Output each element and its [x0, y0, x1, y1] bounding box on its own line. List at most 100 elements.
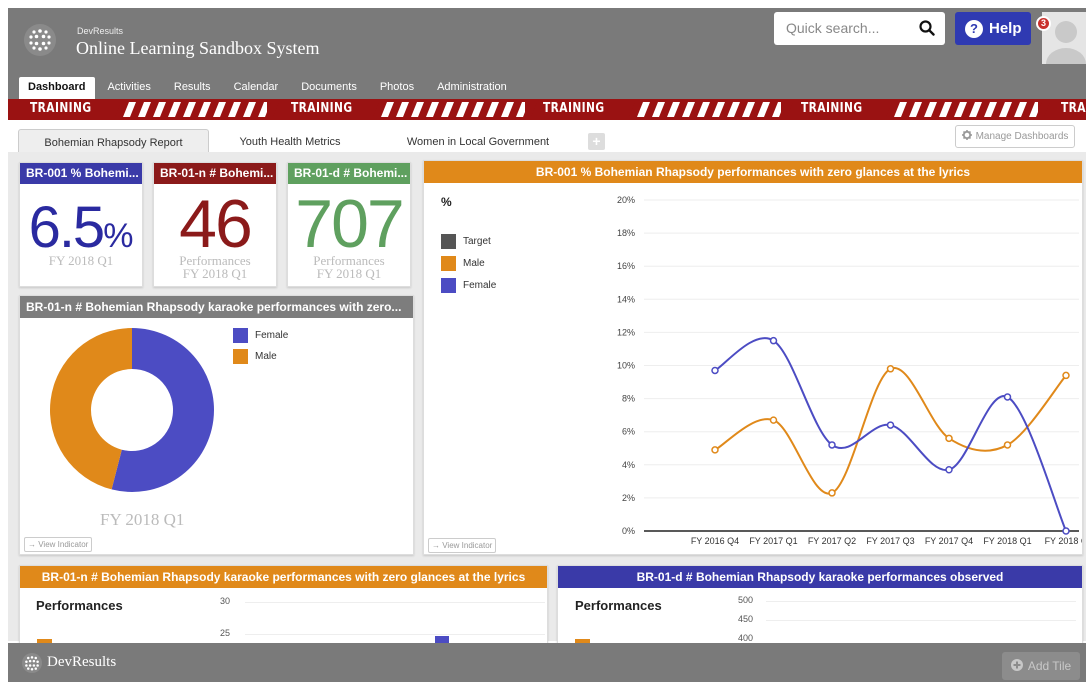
series-line-male: [714, 367, 1067, 495]
donut-chart: [50, 328, 215, 492]
legend-item-female: Female: [233, 328, 288, 343]
line-chart: 20% 18% 16% 14% 12% 10% 8% 6% 4% 2% 0% FY 2016 Q4 FY…: [617, 195, 1083, 546]
help-button[interactable]: ? Help: [955, 12, 1031, 45]
kpi-period: FY 2018 Q1: [316, 266, 382, 281]
quick-search[interactable]: [774, 12, 945, 45]
hazard-stripes: [886, 102, 1050, 117]
nav-activities[interactable]: Activities: [95, 77, 161, 99]
devresults-logo-icon: [22, 653, 42, 678]
gridline: [245, 634, 545, 635]
donut-period-label: FY 2018 Q1: [100, 510, 185, 529]
y-tick-label: 20%: [617, 195, 635, 205]
gridline: [245, 602, 545, 603]
y-tick-label: 10%: [617, 361, 635, 371]
search-input[interactable]: [774, 12, 904, 43]
nav-results[interactable]: Results: [162, 77, 222, 99]
training-text: TRAINING: [1061, 101, 1086, 116]
y-tick-label: 16%: [617, 261, 635, 271]
nav-calendar[interactable]: Calendar: [222, 77, 290, 99]
view-indicator-link[interactable]: → View Indicator: [24, 537, 93, 552]
data-point-male[interactable]: [828, 489, 836, 497]
x-tick-label: FY 2018 Q1: [983, 536, 1031, 546]
view-indicator-link[interactable]: → View Indicator: [428, 538, 497, 553]
main-nav: Dashboard Activities Results Calendar Do…: [8, 77, 518, 99]
data-point-female[interactable]: [711, 366, 719, 375]
legend-label: Male: [255, 351, 277, 362]
kpi-tile-percent[interactable]: BR-001 % Bohemi... 6.5% FY 2018 Q1: [19, 162, 143, 287]
tile-title: BR-001 % Bohemian Rhapsody performances …: [424, 161, 1082, 183]
add-tile-button[interactable]: Add Tile: [1002, 652, 1080, 680]
bar-chart-tile-numerator: BR-01-n # Bohemian Rhapsody karaoke perf…: [19, 565, 548, 645]
app-title[interactable]: Online Learning Sandbox System: [76, 38, 319, 59]
data-point-male[interactable]: [711, 446, 719, 454]
data-point-female[interactable]: [828, 441, 836, 449]
data-point-female[interactable]: [1003, 393, 1012, 401]
x-tick-label: FY 2017 Q3: [866, 536, 914, 546]
kpi-period: FY 2018 Q1: [48, 253, 114, 268]
legend-item-male: Male: [233, 349, 277, 364]
bar-chart-tile-denominator: BR-01-d # Bohemian Rhapsody karaoke perf…: [557, 565, 1083, 645]
nav-administration[interactable]: Administration: [425, 77, 518, 99]
y-tick-label: 4%: [622, 460, 635, 470]
gridline: [766, 601, 1076, 602]
help-label: Help: [989, 20, 1022, 37]
hazard-stripes: [629, 102, 793, 117]
search-icon[interactable]: [919, 20, 935, 41]
data-point-male[interactable]: [886, 365, 895, 373]
question-icon: ?: [965, 19, 983, 38]
nav-dashboard[interactable]: Dashboard: [19, 77, 96, 99]
kpi-title: BR-01-n # Bohemi...: [154, 163, 276, 184]
kpi-title: BR-001 % Bohemi...: [20, 163, 142, 184]
tile-title: BR-01-n # Bohemian Rhapsody karaoke perf…: [20, 296, 413, 318]
y-tick-label: 30: [220, 596, 231, 606]
training-text: TRAINING: [30, 101, 92, 116]
kpi-tile-denominator[interactable]: BR-01-d # Bohemi... 707 Performances FY …: [287, 162, 411, 287]
data-point-male[interactable]: [1003, 441, 1012, 449]
gear-icon: [961, 130, 972, 143]
add-tile-label: Add Tile: [1027, 659, 1072, 673]
kpi-tile-numerator[interactable]: BR-01-n # Bohemi... 46 Performances FY 2…: [153, 162, 277, 287]
y-axis-label: Performances: [36, 598, 123, 613]
kpi-title: BR-01-d # Bohemi...: [288, 163, 410, 184]
data-point-female[interactable]: [945, 466, 953, 474]
y-tick-label: 18%: [617, 228, 635, 238]
legend-swatch: [233, 328, 248, 343]
training-text: TRAINING: [801, 101, 863, 116]
data-point-male[interactable]: [769, 416, 778, 424]
nav-photos[interactable]: Photos: [368, 77, 425, 99]
data-point-male[interactable]: [1062, 371, 1070, 380]
add-dashboard-icon[interactable]: +: [588, 133, 605, 150]
kpi-value: 46: [179, 186, 253, 262]
nav-documents[interactable]: Documents: [289, 77, 368, 99]
x-tick-label: FY 2016 Q4: [691, 536, 739, 546]
training-text: TRAINING: [291, 101, 353, 116]
y-tick-label: 6%: [622, 427, 635, 437]
data-point-female[interactable]: [1062, 527, 1070, 535]
y-axis-label: Performances: [575, 598, 662, 613]
manage-dashboards-button[interactable]: Manage Dashboards: [955, 125, 1075, 148]
y-tick-label: 450: [738, 614, 754, 624]
data-point-female[interactable]: [886, 421, 895, 429]
hazard-stripes: [115, 102, 279, 117]
y-tick-label: 0%: [622, 526, 635, 536]
y-tick-label: 25: [220, 628, 231, 638]
x-tick-label: FY 2018 Ç: [1045, 536, 1083, 546]
notification-badge[interactable]: 3: [1036, 16, 1051, 31]
legend-swatch: [233, 349, 248, 364]
data-point-female[interactable]: [769, 336, 778, 345]
line-chart-tile: BR-001 % Bohemian Rhapsody performances …: [423, 160, 1083, 555]
data-point-male[interactable]: [945, 434, 953, 443]
tile-title: BR-01-d # Bohemian Rhapsody karaoke perf…: [558, 566, 1082, 588]
plus-circle-icon: [1010, 658, 1023, 674]
y-tick-label: 8%: [622, 394, 635, 404]
y-tick-label: 12%: [617, 327, 635, 337]
y-tick-label: 2%: [622, 493, 635, 503]
x-tick-label: FY 2017 Q4: [925, 536, 973, 546]
app-header: DevResults Online Learning Sandbox Syste…: [8, 8, 1086, 99]
gridline: [766, 620, 1076, 621]
devresults-logo-icon[interactable]: [24, 24, 56, 56]
footer-bar: DevResults Add Tile: [8, 643, 1086, 682]
hazard-stripes: [373, 102, 537, 117]
y-tick-label: 400: [738, 633, 754, 643]
footer-brand: DevResults: [47, 654, 117, 670]
